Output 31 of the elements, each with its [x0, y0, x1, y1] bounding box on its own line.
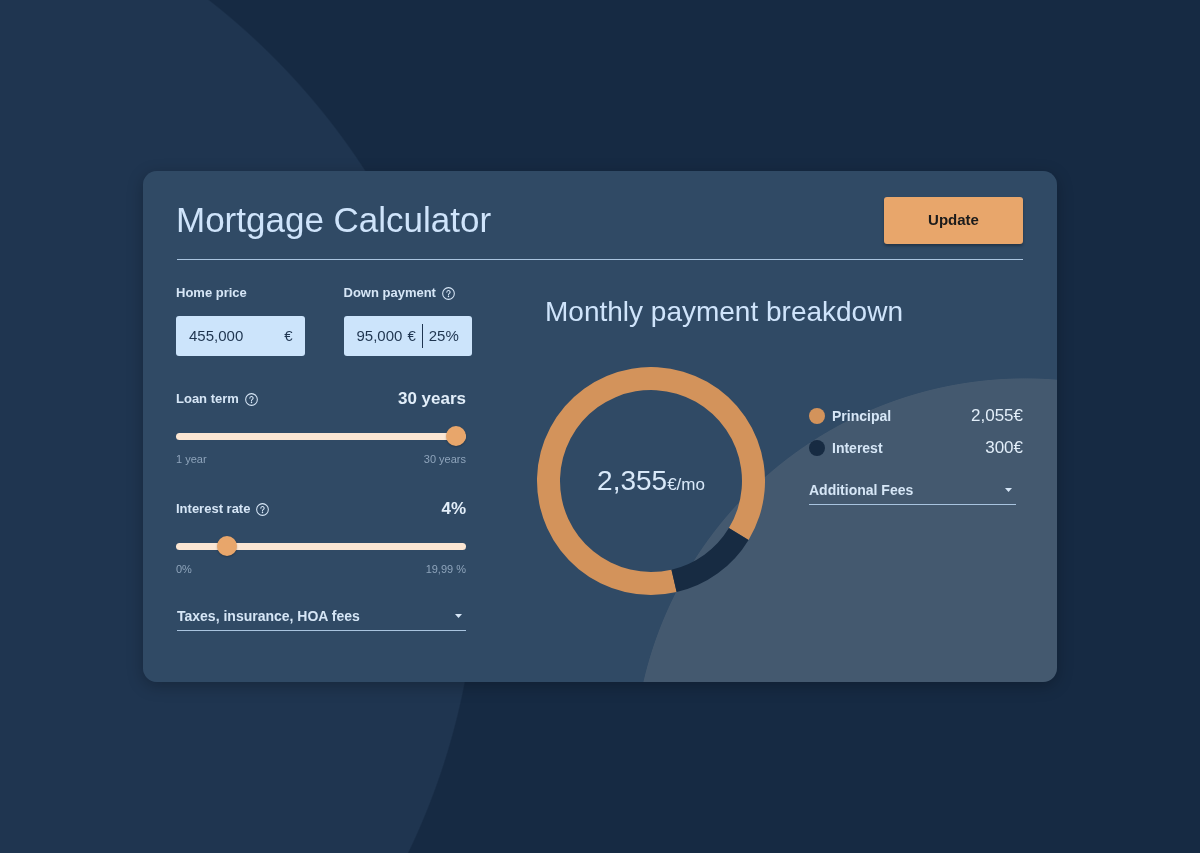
slider-track[interactable]: [176, 426, 466, 446]
slider-value: 30 years: [397, 388, 466, 410]
field-label: Home price: [176, 285, 247, 301]
caret-icon: [1005, 488, 1012, 493]
legend-label: Principal: [832, 406, 892, 426]
monthly-total: 2,355€/mo: [597, 464, 705, 498]
slider-thumb[interactable]: [216, 536, 237, 556]
legend-amount: 2,055€: [971, 405, 1023, 428]
legend-label: Interest: [832, 438, 883, 458]
breakdown-title: Monthly payment breakdown: [545, 296, 904, 329]
slider-track[interactable]: [176, 536, 466, 556]
help-icon[interactable]: [244, 392, 258, 406]
fees-dropdown[interactable]: Additional Fees: [809, 481, 1016, 506]
slider-label: Loan term: [176, 391, 239, 407]
help-icon[interactable]: [256, 502, 270, 516]
caret-icon: [455, 614, 462, 618]
help-icon[interactable]: [441, 286, 455, 300]
update-button[interactable]: Update: [884, 197, 1023, 244]
slider-thumb[interactable]: [446, 426, 466, 446]
slider-label: Interest rate: [176, 501, 251, 517]
field-label: Down payment: [343, 285, 436, 301]
range-min-label: 0%: [176, 563, 192, 576]
legend-amount: 300€: [985, 437, 1023, 460]
calculator-title: Mortgage Calculator: [176, 200, 492, 241]
fees-dropdown[interactable]: Taxes, insurance, HOA fees: [177, 607, 466, 631]
range-max-label: 30 years: [423, 453, 466, 466]
slider-value: 4%: [441, 498, 466, 520]
amount-field[interactable]: 455,000 €: [176, 316, 305, 356]
amount-field[interactable]: 95,000 € 25%: [343, 316, 472, 356]
range-min-label: 1 year: [176, 453, 207, 466]
range-max-label: 19,99 %: [425, 563, 466, 576]
